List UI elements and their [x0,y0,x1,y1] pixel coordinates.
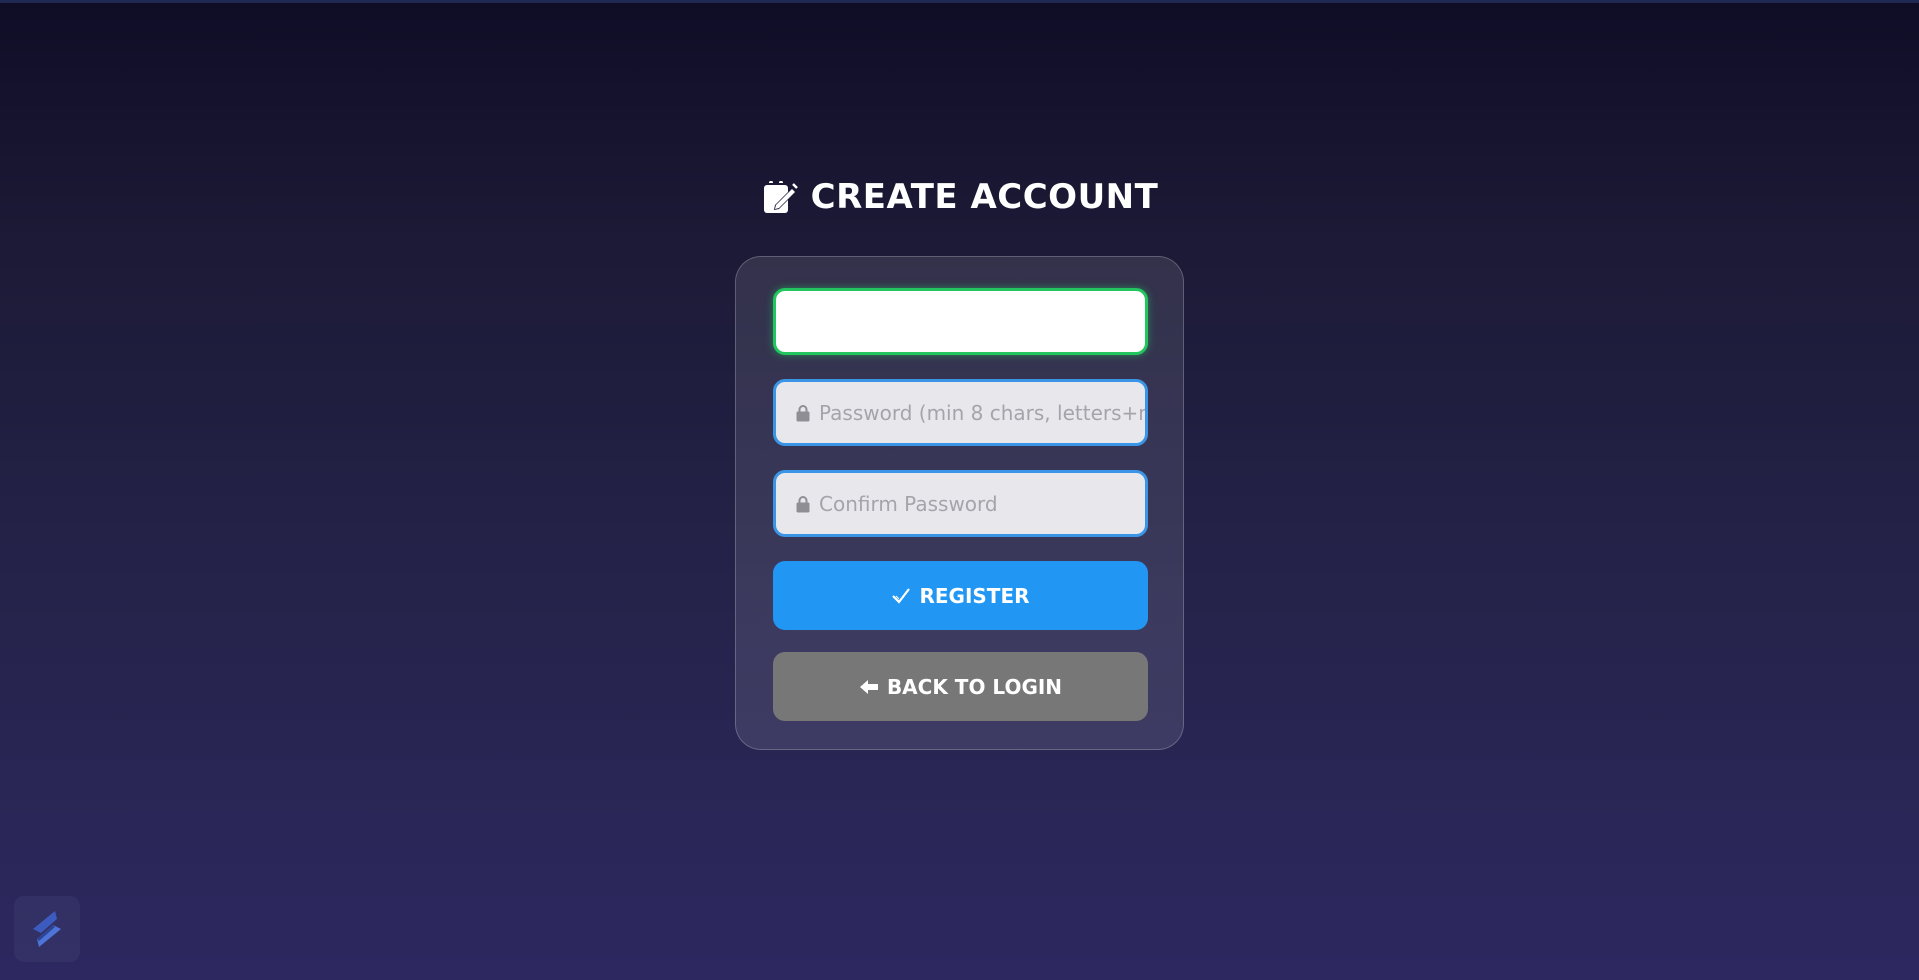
lock-icon [796,495,810,512]
register-button[interactable]: REGISTER [773,561,1148,630]
password-input[interactable] [819,382,1145,443]
checkmark-icon [892,587,911,604]
back-to-login-label: BACK TO LOGIN [886,674,1063,699]
page-title-text: CREATE ACCOUNT [810,177,1159,217]
page-title: CREATE ACCOUNT [0,172,1919,222]
register-card: REGISTER BACK TO LOGIN [735,256,1184,750]
confirm-password-field[interactable] [773,470,1148,537]
app-logo-icon [33,911,61,947]
confirm-password-input[interactable] [819,473,1145,534]
username-field[interactable] [773,288,1148,355]
username-input[interactable] [776,291,1145,352]
top-border-line [0,0,1919,3]
arrow-left-icon [859,679,878,694]
lock-icon [796,404,810,421]
corner-widget[interactable] [14,896,80,962]
register-button-label: REGISTER [919,583,1030,608]
password-field[interactable] [773,379,1148,446]
memo-icon [763,181,798,213]
back-to-login-button[interactable]: BACK TO LOGIN [773,652,1148,721]
